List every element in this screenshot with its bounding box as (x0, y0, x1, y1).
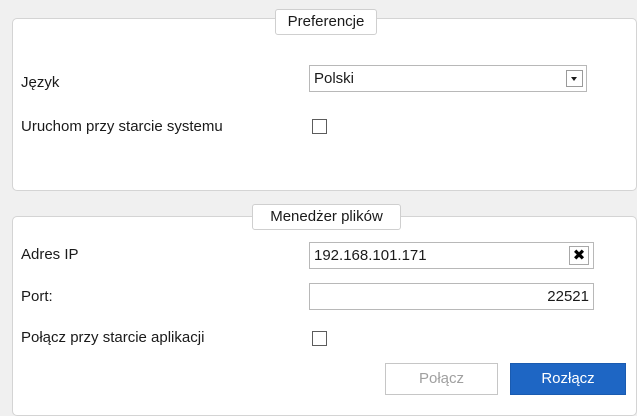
connect-button[interactable]: Połącz (385, 363, 498, 395)
language-select[interactable]: Polski (309, 65, 587, 92)
autoconnect-label: Połącz przy starcie aplikacji (21, 329, 205, 346)
port-value: 22521 (547, 288, 589, 305)
preferences-group (12, 18, 637, 191)
close-icon[interactable]: ✖ (569, 246, 589, 265)
language-label: Język (21, 74, 60, 91)
disconnect-button[interactable]: Rozłącz (510, 363, 626, 395)
ip-address-value: 192.168.101.171 (314, 247, 427, 264)
ip-label: Adres IP (21, 246, 79, 263)
port-label: Port: (21, 288, 53, 305)
autoconnect-checkbox[interactable] (312, 331, 327, 346)
port-input[interactable]: 22521 (309, 283, 594, 310)
autostart-checkbox[interactable] (312, 119, 327, 134)
preferences-group-title: Preferencje (275, 9, 377, 35)
autostart-label: Uruchom przy starcie systemu (21, 118, 223, 135)
language-value: Polski (314, 70, 355, 87)
chevron-down-icon[interactable] (566, 70, 583, 87)
file-manager-group-title: Menedżer plików (252, 204, 401, 230)
ip-address-input[interactable]: 192.168.101.171 ✖ (309, 242, 594, 269)
